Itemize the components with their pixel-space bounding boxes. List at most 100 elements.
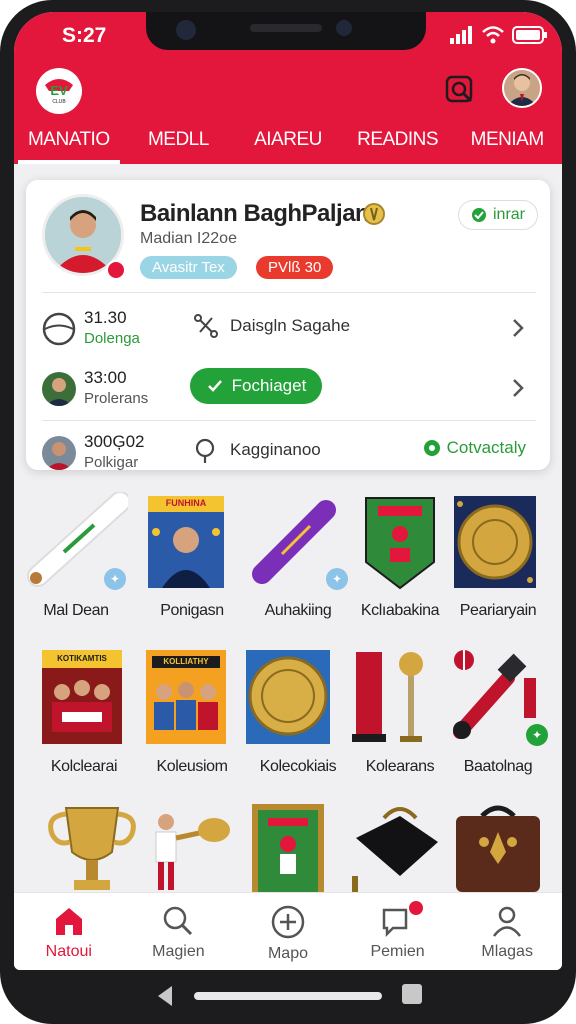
camera-notch [146,12,426,50]
tab-readins[interactable]: READINS [343,120,453,164]
category-tabs: MANATIO MEDLL AIAREU READINS MENIAM [14,120,562,164]
stat-row-3[interactable]: 300Ģ02 Polkigar Kagginanoo Cotvactaly [42,428,536,482]
stat-label: Prolerans [84,390,149,407]
grid-item-leather-case[interactable] [446,802,550,892]
stat-action-label: Kagginanoo [230,440,321,459]
status-icons [450,26,548,44]
tab-medll[interactable]: MEDLL [124,120,234,164]
pouch-icon [352,807,438,892]
gold-medal-icon [363,203,385,225]
nav-label: Mapo [267,945,308,962]
live-indicator [106,260,126,280]
item-caption: Kolearans [365,758,435,775]
gold-coin-icon [246,650,330,744]
phone-frame: S:27 EV CLUB MANATIO MEDLL AIAREU READIN… [0,0,576,1024]
home-gesture-bar[interactable] [194,992,382,1000]
bottom-nav: Natoui Magien Mapo Pemien Mlagas [14,892,562,970]
grid-item-kolclearai[interactable]: KOTIKAMTIS Kolclearai [32,648,136,776]
tab-manatio[interactable]: MANATIO [14,120,124,164]
plus-circle-icon [271,905,305,939]
stat-action: Kagginanoo [192,436,321,464]
ball-icon [42,312,76,346]
follow-button[interactable]: inrar [458,200,539,230]
player-statue-icon [155,814,230,890]
svg-text:EV: EV [50,83,68,98]
stat-value: 33:00 [84,368,127,387]
fochiaget-button[interactable]: Fochiaget [190,368,322,404]
grid-item-player-figure[interactable] [140,802,244,892]
nav-label: Natoui [45,943,92,960]
nav-home[interactable]: Natoui [14,893,124,970]
home-icon [55,908,82,935]
sensor-icon [336,20,352,36]
rarity-icon: ✦ [326,568,348,590]
trophy-banner-icon [352,652,423,742]
grid-item-kolecokiais[interactable]: Kolecokiais [246,648,350,776]
search-icon [164,906,193,936]
nav-profile[interactable]: Mlagas [452,893,562,970]
item-caption: Mal Dean [43,602,109,619]
poster-title: KOTIKAMTIS [57,654,107,663]
app-screen: S:27 EV CLUB MANATIO MEDLL AIAREU READIN… [14,12,562,970]
stat-row-2[interactable]: 33:00 Prolerans Fochiaget [42,364,536,418]
system-nav-bar [0,970,576,1024]
recents-icon[interactable] [402,984,422,1004]
stat-action-label: Daisgln Sagahe [230,316,351,335]
signal-icon [450,26,472,44]
grid-item-ponigasn[interactable]: FUNHINA Ponigasn [140,492,244,620]
nav-label: Pemien [370,943,425,960]
item-caption: Ponigasn [160,602,224,619]
item-caption: Auhakiing [264,602,332,619]
grid-item-mal-dean[interactable]: ✦ Mal Dean [24,491,131,620]
search-icon [195,438,215,463]
tab-aiareu[interactable]: AIAREU [233,120,343,164]
grid-item-trophy[interactable] [40,802,144,892]
grid-item-kolearans[interactable]: Kolearans [348,648,452,776]
user-icon [493,906,522,937]
speaker-grille [250,24,322,32]
follow-label: inrar [493,206,526,223]
user-avatar[interactable] [502,68,542,108]
player-subtitle: Madian I22oe [140,230,237,247]
club-crest-icon: EV CLUB [45,79,73,105]
nav-messages[interactable]: Pemien [343,893,453,970]
shield-pennant-icon [365,497,435,590]
search-icon[interactable] [444,74,478,108]
gold-coin-frame-icon [454,496,536,588]
back-icon[interactable] [154,984,176,1008]
item-caption: Kolclearai [50,758,118,775]
framed-poster-icon [252,804,324,892]
stat-row-1[interactable]: 31.30 Dolenga Daisgln Sagahe [42,304,536,358]
divider [42,292,536,293]
battery-icon [512,26,547,44]
grid-item-kcliabakina[interactable]: Kclıabakina [348,492,452,620]
tab-meniam[interactable]: MENIAM [452,120,562,164]
stat-value: 300Ģ02 [84,432,145,451]
nav-search[interactable]: Magien [124,893,234,970]
divider [42,420,536,421]
grid-item-auhakiing[interactable]: ✦ Auhakiing [246,492,350,620]
shield-check-icon [472,208,486,222]
nav-add[interactable]: Mapo [233,893,343,970]
rarity-icon: ✦ [104,568,126,590]
grid-item-peariaryain[interactable]: Peariaryain [446,492,550,620]
item-caption: Kolecokiais [259,758,337,775]
extra-link[interactable]: Cotvactaly [423,438,526,458]
club-logo[interactable]: EV CLUB [36,68,82,114]
item-caption: Kclıabakina [360,602,440,619]
grid-item-framed-art[interactable] [246,802,350,892]
case-icon [456,805,540,892]
grid-item-koleusiom[interactable]: KOLLIATHY Koleusiom [140,648,244,776]
check-shield-icon [207,380,222,392]
chevron-right-icon [513,319,524,337]
item-caption: Peariaryain [459,602,537,619]
person-portrait-icon [504,70,540,106]
poster-title: KOLLIATHY [163,657,209,666]
status-badge: Avasitr Tex [140,256,237,279]
grid-item-baatolnag[interactable]: ✦ Baatolnag [446,648,550,776]
grid-item-black-bag[interactable] [348,802,452,892]
chevron-right-icon [513,379,524,397]
nav-label: Mlagas [481,943,533,960]
gold-trophy-icon [48,807,136,890]
logo-text: CLUB [52,99,66,105]
